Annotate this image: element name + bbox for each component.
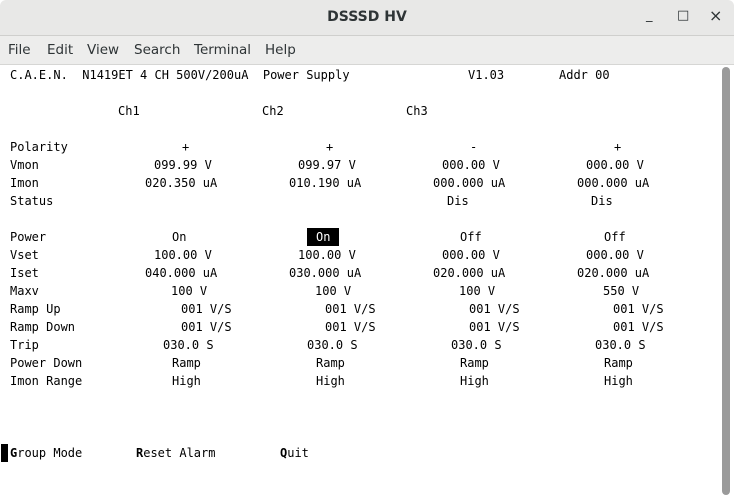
iset-ch1[interactable]: 040.000 uA [145, 264, 217, 282]
trip-ch1[interactable]: 030.0 S [163, 336, 214, 354]
reset-alarm-action[interactable]: Reset Alarm [136, 444, 215, 462]
vmon-ch4[interactable]: 000.00 V [586, 156, 644, 174]
imon-range-ch3[interactable]: High [460, 372, 489, 390]
firmware-version: V1.03 [468, 68, 505, 82]
close-button[interactable]: × [709, 6, 722, 25]
vset-label: Vset [10, 248, 39, 262]
status-label: Status [10, 194, 54, 208]
status-ch4[interactable]: Dis [591, 192, 613, 210]
imon-range-ch4[interactable]: High [604, 372, 633, 390]
trip-ch3[interactable]: 030.0 S [451, 336, 502, 354]
power-ch3[interactable]: Off [460, 228, 482, 246]
maxv-label: Maxv [10, 284, 39, 298]
ramp-up-ch3[interactable]: 001 V/S [469, 300, 520, 318]
power-ch2[interactable]: On [307, 228, 340, 246]
imon-ch3[interactable]: 000.000 uA [433, 174, 505, 192]
imon-range-ch2[interactable]: High [316, 372, 345, 390]
menu-bar: File Edit View Search Terminal Help [0, 36, 734, 65]
maxv-ch3[interactable]: 100 V [459, 282, 495, 300]
maxv-ch4[interactable]: 550 V [603, 282, 639, 300]
terminal-area[interactable]: C.A.E.N. N1419ET 4 CH 500V/200uA Power S… [0, 65, 734, 499]
imon-label: Imon [10, 176, 39, 190]
channel-header-2: Ch2 [262, 104, 284, 118]
imon-ch1[interactable]: 020.350 uA [145, 174, 217, 192]
vmon-ch1[interactable]: 099.99 V [154, 156, 212, 174]
maxv-ch1[interactable]: 100 V [171, 282, 207, 300]
iset-ch4[interactable]: 020.000 uA [577, 264, 649, 282]
ramp-up-ch4[interactable]: 001 V/S [613, 300, 664, 318]
iset-ch3[interactable]: 020.000 uA [433, 264, 505, 282]
channel-header-1: Ch1 [118, 104, 140, 118]
maximize-button[interactable]: □ [677, 8, 689, 23]
ramp-down-ch4[interactable]: 001 V/S [613, 318, 664, 336]
power-down-ch4[interactable]: Ramp [604, 354, 633, 372]
vset-ch4[interactable]: 000.00 V [586, 246, 644, 264]
trip-ch2[interactable]: 030.0 S [307, 336, 358, 354]
menu-file[interactable]: File [8, 42, 31, 58]
channel-header-3: Ch3 [406, 104, 428, 118]
power-down-ch1[interactable]: Ramp [172, 354, 201, 372]
polarity-ch4[interactable]: + [614, 138, 621, 156]
scrollbar[interactable] [722, 67, 730, 495]
polarity-ch3[interactable]: - [470, 138, 477, 156]
group-mode-action[interactable]: Group Mode [10, 444, 82, 462]
polarity-ch1[interactable]: + [182, 138, 189, 156]
title-bar: DSSSD HV _ □ × [0, 0, 734, 36]
device-model: C.A.E.N. N1419ET 4 CH 500V/200uA Power S… [10, 68, 350, 82]
imon-ch2[interactable]: 010.190 uA [289, 174, 361, 192]
imon-range-ch1[interactable]: High [172, 372, 201, 390]
power-down-ch2[interactable]: Ramp [316, 354, 345, 372]
polarity-ch2[interactable]: + [326, 138, 333, 156]
ramp-up-ch1[interactable]: 001 V/S [181, 300, 232, 318]
maxv-ch2[interactable]: 100 V [315, 282, 351, 300]
vset-ch1[interactable]: 100.00 V [154, 246, 212, 264]
vmon-ch3[interactable]: 000.00 V [442, 156, 500, 174]
power-ch1[interactable]: On [172, 228, 186, 246]
quit-action[interactable]: Quit [280, 444, 309, 462]
vmon-label: Vmon [10, 158, 39, 172]
power-down-label: Power Down [10, 356, 83, 370]
ramp-up-ch2[interactable]: 001 V/S [325, 300, 376, 318]
menu-edit[interactable]: Edit [47, 42, 73, 58]
device-address: Addr 00 [559, 68, 610, 82]
power-down-ch3[interactable]: Ramp [460, 354, 489, 372]
window-title: DSSSD HV [327, 9, 407, 25]
minimize-button[interactable]: _ [646, 8, 653, 23]
ramp-down-ch2[interactable]: 001 V/S [325, 318, 376, 336]
vset-ch2[interactable]: 100.00 V [298, 246, 356, 264]
trip-ch4[interactable]: 030.0 S [595, 336, 646, 354]
ramp-down-ch1[interactable]: 001 V/S [181, 318, 232, 336]
imon-ch4[interactable]: 000.000 uA [577, 174, 649, 192]
menu-search[interactable]: Search [134, 42, 180, 58]
iset-ch2[interactable]: 030.000 uA [289, 264, 361, 282]
polarity-label: Polarity [10, 140, 68, 154]
power-label: Power [10, 230, 47, 244]
ramp-up-label: Ramp Up [10, 302, 61, 316]
vset-ch3[interactable]: 000.00 V [442, 246, 500, 264]
menu-help[interactable]: Help [265, 42, 296, 58]
status-ch3[interactable]: Dis [447, 192, 469, 210]
power-ch4[interactable]: Off [604, 228, 626, 246]
menu-view[interactable]: View [87, 42, 119, 58]
iset-label: Iset [10, 266, 39, 280]
menu-terminal[interactable]: Terminal [194, 42, 251, 58]
vmon-ch2[interactable]: 099.97 V [298, 156, 356, 174]
trip-label: Trip [10, 338, 39, 352]
ramp-down-ch3[interactable]: 001 V/S [469, 318, 520, 336]
ramp-down-label: Ramp Down [10, 320, 76, 334]
terminal-cursor [1, 444, 8, 462]
imon-range-label: Imon Range [10, 374, 83, 388]
